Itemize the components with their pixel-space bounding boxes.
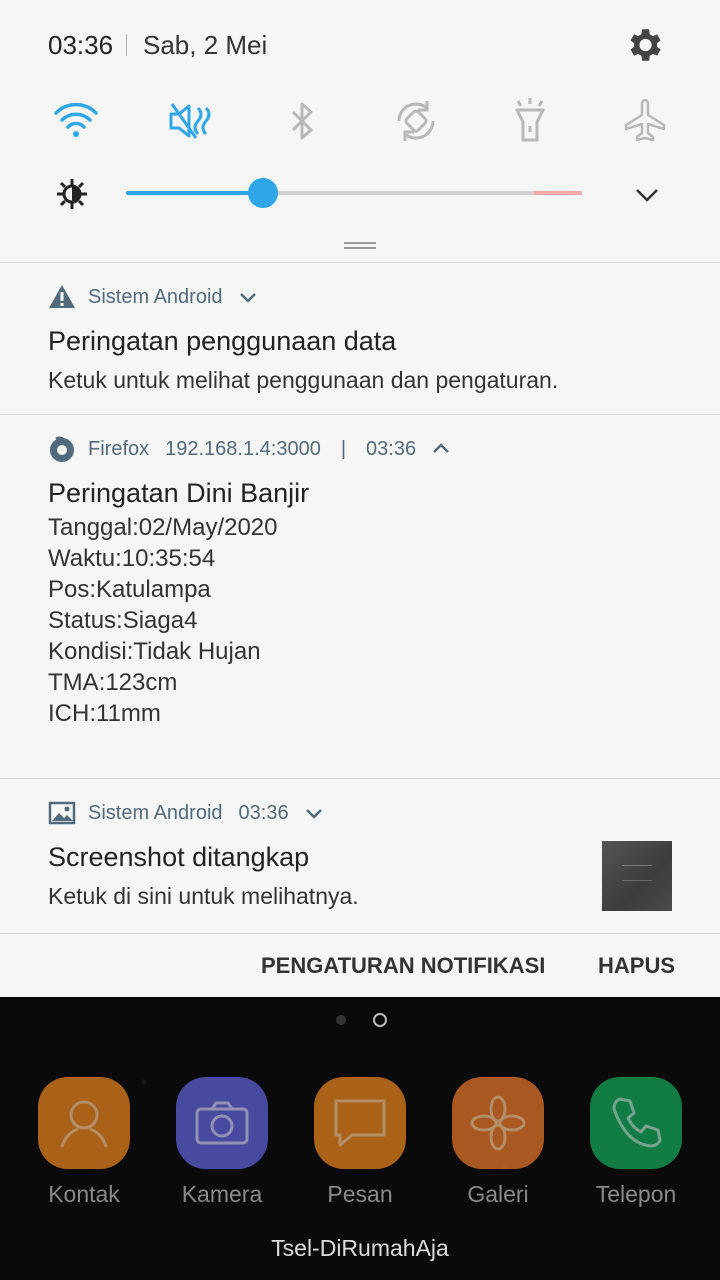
- quick-settings-panel: 03:36 Sab, 2 Mei: [0, 0, 720, 262]
- notification-time: 03:36: [238, 801, 289, 824]
- dock-app-label: Telepon: [595, 1181, 677, 1207]
- notification-text: Ketuk untuk melihat penggunaan dan penga…: [48, 367, 559, 393]
- notification-settings-button[interactable]: PENGATURAN NOTIFIKASI: [261, 953, 545, 979]
- brightness-fill: [126, 191, 263, 195]
- dock-app-gallery[interactable]: Galeri: [448, 1077, 548, 1208]
- settings-gear-icon[interactable]: [623, 24, 665, 66]
- contact-icon[interactable]: [38, 1077, 130, 1169]
- notification-data-usage[interactable]: Sistem Android Peringatan penggunaan dat…: [0, 262, 720, 414]
- chevron-down-icon[interactable]: [303, 802, 325, 824]
- dock-app-label: Pesan: [327, 1181, 393, 1207]
- notification-app-name: Sistem Android: [88, 285, 223, 308]
- dock-app-contacts[interactable]: Kontak: [34, 1077, 134, 1208]
- notification-header: Sistem Android 03:36: [48, 799, 325, 827]
- flashlight-icon[interactable]: [505, 96, 555, 146]
- notification-header: Firefox 192.168.1.4:3000 | 03:36: [48, 435, 452, 463]
- warning-icon: [48, 283, 76, 311]
- notification-header: Sistem Android: [48, 283, 259, 311]
- phone-icon[interactable]: [590, 1077, 682, 1169]
- dock-app-phone[interactable]: Telepon: [586, 1077, 686, 1208]
- page-indicator-current[interactable]: [373, 1013, 387, 1027]
- brightness-slider[interactable]: [126, 178, 582, 208]
- drag-handle[interactable]: [344, 242, 376, 249]
- notification-text: Ketuk di sini untuk melihatnya.: [48, 883, 359, 909]
- page-indicator-dot[interactable]: [336, 1015, 346, 1025]
- body-line-ich: ICH:11mm: [48, 700, 161, 727]
- rotate-icon[interactable]: [391, 96, 441, 146]
- camera-icon[interactable]: [176, 1077, 268, 1169]
- body-line-post: Pos:Katulampa: [48, 576, 211, 603]
- status-time: 03:36: [48, 30, 114, 60]
- brightness-icon: [54, 176, 90, 212]
- airplane-icon[interactable]: [620, 96, 670, 146]
- notification-actions: PENGATURAN NOTIFIKASI HAPUS: [0, 933, 720, 997]
- dock-app-label: Kamera: [181, 1181, 263, 1207]
- bluetooth-icon[interactable]: [277, 96, 327, 146]
- gallery-icon[interactable]: [452, 1077, 544, 1169]
- body-line-status: Status:Siaga4: [48, 607, 198, 634]
- home-screen: Kontak Kamera Pesan Galeri Telepon Tsel-…: [0, 997, 720, 1280]
- notification-title: Peringatan penggunaan data: [48, 326, 397, 356]
- notification-title: Peringatan Dini Banjir: [48, 478, 310, 508]
- dock-app-camera[interactable]: Kamera: [172, 1077, 272, 1208]
- notification-source: 192.168.1.4:3000: [165, 437, 321, 460]
- dock-app-messages[interactable]: Pesan: [310, 1077, 410, 1208]
- wifi-icon[interactable]: [51, 96, 101, 146]
- chevron-down-icon[interactable]: [237, 286, 259, 308]
- dock-app-label: Kontak: [48, 1181, 120, 1207]
- carrier-name: Tsel-DiRumahAja: [271, 1235, 449, 1261]
- notification-time: 03:36: [366, 437, 417, 460]
- brightness-warning-zone: [534, 191, 582, 195]
- firefox-icon: [48, 435, 76, 463]
- notification-title: Screenshot ditangkap: [48, 842, 310, 872]
- status-separator: [126, 34, 127, 56]
- screenshot-thumbnail[interactable]: [602, 841, 672, 911]
- body-line-condition: Kondisi:Tidak Hujan: [48, 638, 261, 665]
- chevron-up-icon[interactable]: [430, 438, 452, 460]
- header-separator: |: [340, 437, 347, 460]
- body-line-date: Tanggal:02/May/2020: [48, 514, 278, 541]
- notification-app-name: Sistem Android: [88, 801, 223, 824]
- notification-body: Tanggal:02/May/2020 Waktu:10:35:54 Pos:K…: [48, 512, 278, 729]
- brightness-thumb[interactable]: [247, 178, 278, 208]
- clear-all-button[interactable]: HAPUS: [598, 953, 675, 979]
- body-line-time: Waktu:10:35:54: [48, 545, 216, 572]
- message-icon[interactable]: [314, 1077, 406, 1169]
- status-date: Sab, 2 Mei: [143, 30, 268, 60]
- image-icon: [48, 799, 76, 827]
- expand-chevron-icon[interactable]: [632, 180, 662, 210]
- dock-app-label: Galeri: [467, 1181, 529, 1207]
- body-line-tma: TMA:123cm: [48, 669, 178, 696]
- sound-off-icon[interactable]: [166, 96, 216, 146]
- notification-app-name: Firefox: [88, 437, 150, 460]
